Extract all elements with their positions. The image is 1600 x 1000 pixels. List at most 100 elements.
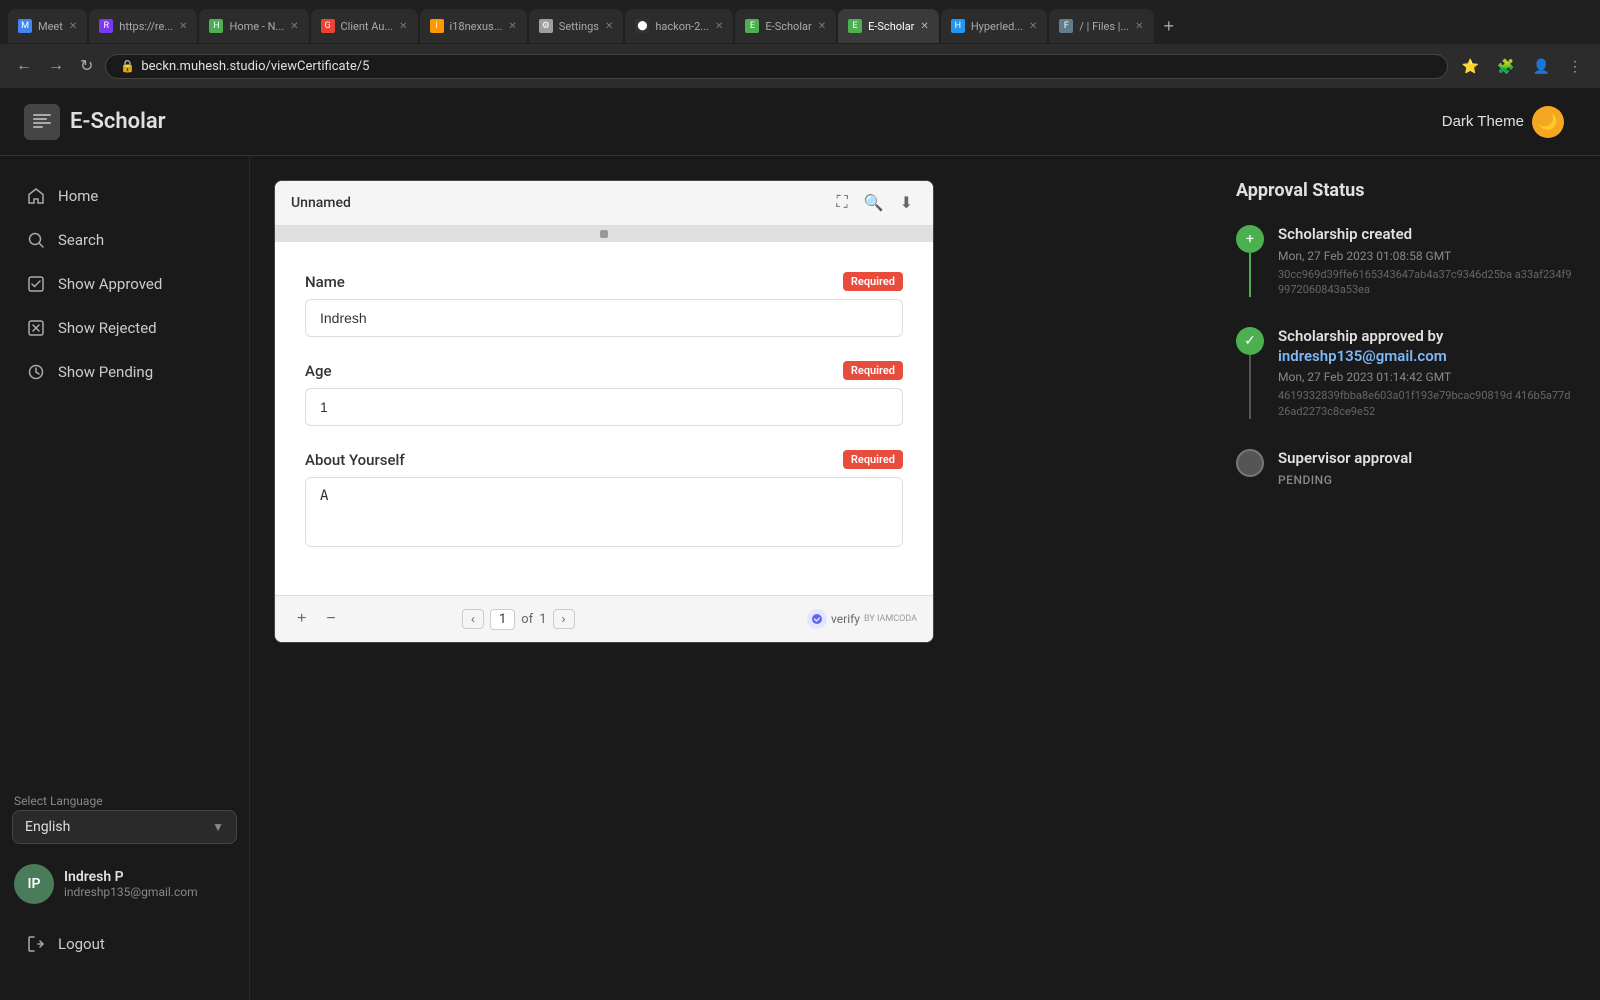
user-email: indreshp135@gmail.com xyxy=(64,885,235,899)
new-tab-button[interactable]: + xyxy=(1156,16,1183,37)
certificate-viewer: Unnamed ⛶ 🔍 ⬇ Nam xyxy=(274,180,1212,976)
user-section: IP Indresh P indreshp135@gmail.com xyxy=(12,856,237,912)
tab-settings[interactable]: ⚙ Settings ✕ xyxy=(529,9,624,43)
back-button[interactable]: ← xyxy=(12,53,36,79)
cert-page-nav: ‹ 1 of 1 › xyxy=(462,609,575,630)
bookmark-button[interactable]: ⭐ xyxy=(1456,54,1485,79)
timeline-line-created: + xyxy=(1236,225,1264,297)
search-icon xyxy=(26,230,46,250)
timeline-approved-timestamp: Mon, 27 Feb 2023 01:14:42 GMT xyxy=(1278,370,1576,384)
fullscreen-button[interactable]: ⛶ xyxy=(832,189,851,217)
name-input[interactable] xyxy=(305,299,903,337)
timeline-line-approved: ✓ xyxy=(1236,327,1264,419)
dark-theme-button[interactable]: Dark Theme 🌙 xyxy=(1430,100,1576,144)
verify-icon xyxy=(807,609,827,629)
sidebar-bottom: Select Language English ▼ IP Indresh P i… xyxy=(0,778,249,980)
chevron-down-icon: ▼ xyxy=(212,820,224,834)
tab-gmail[interactable]: G Client Au... ✕ xyxy=(311,9,418,43)
sidebar-item-home[interactable]: Home xyxy=(12,176,237,216)
pending-icon xyxy=(26,362,46,382)
prev-page-button[interactable]: ‹ xyxy=(462,609,484,629)
user-info: Indresh P indreshp135@gmail.com xyxy=(64,869,235,899)
sidebar-item-search-label: Search xyxy=(58,231,104,249)
tab-bar: M Meet ✕ R https://re... ✕ H Home - N...… xyxy=(0,0,1600,44)
cert-field-name: Name Required xyxy=(305,272,903,337)
timeline-item-created: + Scholarship created Mon, 27 Feb 2023 0… xyxy=(1236,225,1576,327)
extensions-button[interactable]: 🧩 xyxy=(1491,54,1520,79)
forward-button[interactable]: → xyxy=(44,53,68,79)
app-logo: E-Scholar xyxy=(24,104,166,140)
timeline-event-supervisor-title: Supervisor approval xyxy=(1278,449,1576,469)
cert-actions: ⛶ 🔍 ⬇ xyxy=(832,189,917,217)
timeline-dot-approved: ✓ xyxy=(1236,327,1264,355)
timeline-connector-1 xyxy=(1249,253,1251,297)
name-required-badge: Required xyxy=(843,272,903,291)
dark-theme-label: Dark Theme xyxy=(1442,113,1524,130)
verify-sub: BY IAMCODA xyxy=(864,614,917,624)
tab-escholar2[interactable]: E E-Scholar ✕ xyxy=(838,9,939,43)
sidebar-item-search[interactable]: Search xyxy=(12,220,237,260)
zoom-out-button[interactable]: − xyxy=(320,606,341,632)
tab-https[interactable]: R https://re... ✕ xyxy=(89,9,197,43)
zoom-in-button[interactable]: + xyxy=(291,606,312,632)
timeline-supervisor-status: PENDING xyxy=(1278,473,1576,487)
timeline-connector-2 xyxy=(1249,355,1251,419)
timeline-dot-created: + xyxy=(1236,225,1264,253)
sidebar-item-show-pending[interactable]: Show Pending xyxy=(12,352,237,392)
tab-hyperled[interactable]: H Hyperled... ✕ xyxy=(941,9,1048,43)
content-area: Unnamed ⛶ 🔍 ⬇ Nam xyxy=(250,156,1600,1000)
language-dropdown[interactable]: English ▼ xyxy=(12,810,237,844)
next-page-button[interactable]: › xyxy=(553,609,575,629)
about-textarea[interactable]: A xyxy=(305,477,903,547)
cert-field-about: About Yourself Required A xyxy=(305,450,903,551)
sidebar-item-show-rejected[interactable]: Show Rejected xyxy=(12,308,237,348)
scroll-dot xyxy=(600,230,608,238)
reload-button[interactable]: ↻ xyxy=(76,52,97,80)
nav-actions: ⭐ 🧩 👤 ⋮ xyxy=(1456,54,1588,79)
approval-title: Approval Status xyxy=(1236,180,1576,201)
download-button[interactable]: ⬇ xyxy=(896,189,917,217)
language-select-wrapper: Select Language English ▼ xyxy=(12,794,237,844)
tab-i18nexus[interactable]: i i18nexus... ✕ xyxy=(420,9,527,43)
home-icon xyxy=(26,186,46,206)
about-required-badge: Required xyxy=(843,450,903,469)
sidebar: Home Search xyxy=(0,156,250,1000)
rejected-icon xyxy=(26,318,46,338)
timeline-approved-hash: 4619332839fbba8e603a01f193e79bcac90819d … xyxy=(1278,388,1576,419)
sidebar-item-show-approved[interactable]: Show Approved xyxy=(12,264,237,304)
cert-field-name-label: Name xyxy=(305,273,345,291)
search-cert-button[interactable]: 🔍 xyxy=(860,189,888,217)
avatar: IP xyxy=(14,864,54,904)
nav-bar: ← → ↻ 🔒 beckn.muhesh.studio/viewCertific… xyxy=(0,44,1600,88)
user-name: Indresh P xyxy=(64,869,235,885)
sidebar-item-pending-label: Show Pending xyxy=(58,363,153,381)
sidebar-item-approved-label: Show Approved xyxy=(58,275,162,293)
url-bar[interactable]: 🔒 beckn.muhesh.studio/viewCertificate/5 xyxy=(105,54,1447,79)
verify-logo: verify BY IAMCODA xyxy=(807,609,917,629)
logo-icon xyxy=(24,104,60,140)
age-input[interactable] xyxy=(305,388,903,426)
moon-icon: 🌙 xyxy=(1532,106,1564,138)
cert-window-title: Unnamed xyxy=(291,195,351,211)
timeline-content-approved: Scholarship approved by indreshp135@gmai… xyxy=(1278,327,1576,419)
approved-title-prefix: Scholarship approved by xyxy=(1278,327,1443,345)
tab-github[interactable]: ⬤ hackon-2... ✕ xyxy=(625,9,733,43)
cert-field-name-header: Name Required xyxy=(305,272,903,291)
logout-item[interactable]: Logout xyxy=(12,924,237,964)
cert-titlebar: Unnamed ⛶ 🔍 ⬇ xyxy=(275,181,933,226)
profile-button[interactable]: 👤 xyxy=(1527,54,1556,79)
tab-meet[interactable]: M Meet ✕ xyxy=(8,9,87,43)
url-text: beckn.muhesh.studio/viewCertificate/5 xyxy=(141,59,1432,74)
app-name: E-Scholar xyxy=(70,109,166,134)
sidebar-item-rejected-label: Show Rejected xyxy=(58,319,157,337)
browser-chrome: M Meet ✕ R https://re... ✕ H Home - N...… xyxy=(0,0,1600,88)
cert-field-about-label: About Yourself xyxy=(305,451,405,469)
cert-body: Name Required Age Required xyxy=(275,242,933,595)
approved-email-link[interactable]: indreshp135@gmail.com xyxy=(1278,347,1447,365)
tab-home[interactable]: H Home - N... ✕ xyxy=(199,9,308,43)
tab-escholar1[interactable]: E E-Scholar ✕ xyxy=(735,9,836,43)
tab-files[interactable]: F / | Files |... ✕ xyxy=(1049,9,1153,43)
menu-button[interactable]: ⋮ xyxy=(1562,54,1588,79)
timeline: + Scholarship created Mon, 27 Feb 2023 0… xyxy=(1236,225,1576,487)
cert-footer: + − ‹ 1 of 1 › xyxy=(275,595,933,642)
